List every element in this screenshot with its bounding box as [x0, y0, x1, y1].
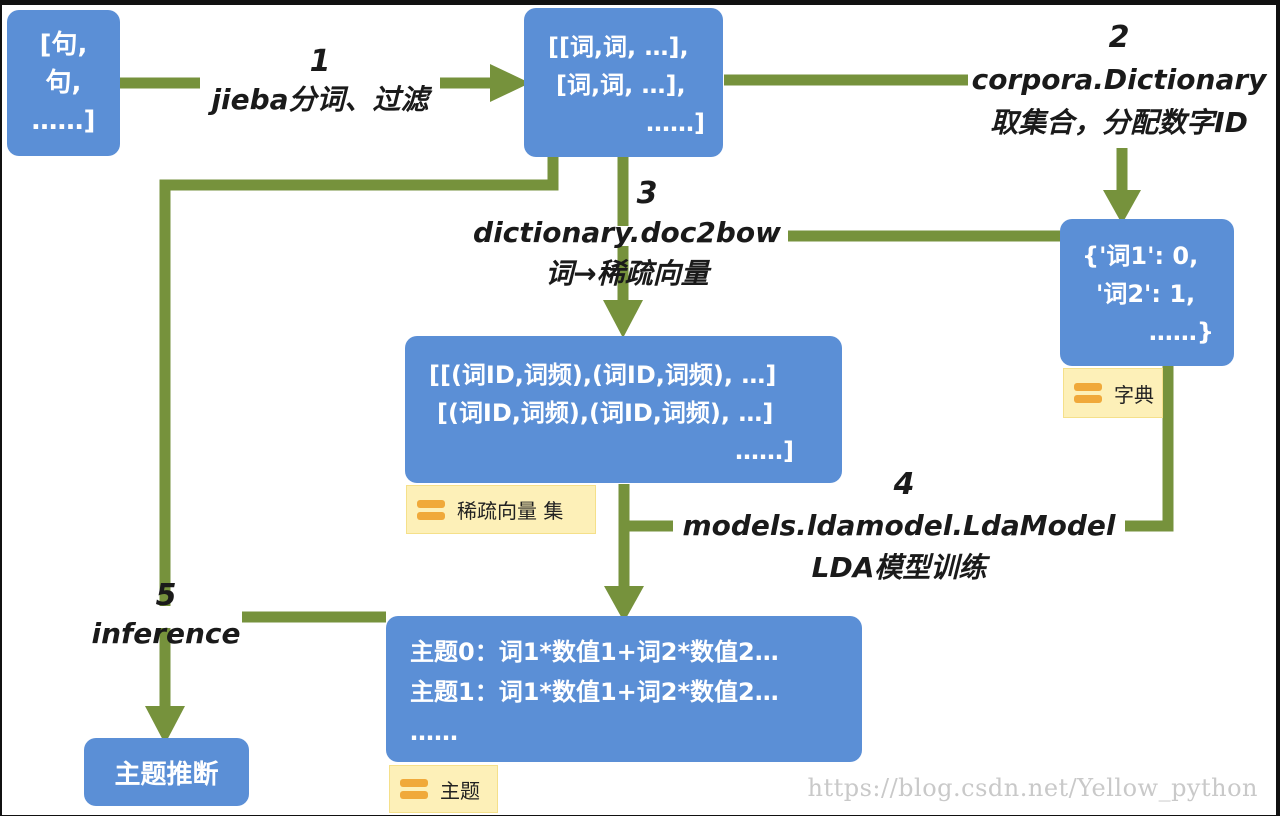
- bow-corpus-tag: 稀疏向量 集: [406, 485, 596, 534]
- step-description: inference: [91, 617, 241, 650]
- topics-tag: 主题: [389, 765, 498, 813]
- storage-icon: [417, 499, 445, 520]
- bow-corpus-line: ……]: [735, 437, 794, 465]
- topics-tag-label: 主题: [440, 778, 480, 803]
- topics-line: 主题0：词1*数值1+词2*数值2…: [410, 638, 779, 666]
- dictionary-line: '词2': 1,: [1096, 280, 1196, 308]
- step-number: 4: [893, 467, 915, 502]
- bow-corpus-node: [[(词ID,词频),(词ID,词频), …] [(词ID,词频),(词ID,词…: [405, 336, 842, 483]
- sentences-line: 句,: [45, 68, 82, 98]
- bow-corpus-tag-label: 稀疏向量 集: [457, 499, 564, 523]
- word-lists-line: [词,词, …],: [556, 71, 686, 99]
- dictionary-tag: 字典: [1063, 368, 1163, 418]
- step-5-label: 5 inference: [88, 578, 244, 654]
- step-description: 词→稀疏向量: [545, 257, 709, 290]
- step-description: jieba分词、过滤: [211, 83, 429, 116]
- dictionary-node: {'词1': 0, '词2': 1, ……}: [1060, 219, 1234, 366]
- step-description: dictionary.doc2bow: [473, 216, 781, 249]
- sentences-line: [句,: [39, 30, 88, 60]
- inference-result-node: 主题推断: [84, 738, 249, 806]
- topics-node: 主题0：词1*数值1+词2*数值2… 主题1：词1*数值1+词2*数值2… ……: [386, 616, 862, 762]
- dictionary-line: ……}: [1148, 318, 1214, 346]
- word-lists-line: ……]: [646, 109, 705, 137]
- step-4-label: 4 models.ldamodel.LdaModel LDA模型训练: [672, 466, 1126, 588]
- dictionary-tag-label: 字典: [1114, 382, 1154, 407]
- bow-corpus-line: [(词ID,词频),(词ID,词频), …]: [437, 399, 774, 427]
- word-lists-node: [[词,词, …], [词,词, …], ……]: [524, 8, 723, 157]
- sentences-node: [句, 句, ……]: [7, 10, 120, 156]
- sentences-line: ……]: [31, 106, 96, 136]
- watermark: https://blog.csdn.net/Yellow_python: [807, 774, 1258, 802]
- step-1-label: 1 jieba分词、过滤: [200, 44, 440, 120]
- storage-icon: [1074, 383, 1102, 403]
- bow-corpus-line: [[(词ID,词频),(词ID,词频), …]: [429, 361, 777, 389]
- step-description: LDA模型训练: [811, 551, 987, 584]
- topics-line: 主题1：词1*数值1+词2*数值2…: [410, 678, 779, 706]
- step-3-label: 3 dictionary.doc2bow 词→稀疏向量: [462, 176, 792, 294]
- step-number: 3: [636, 176, 658, 211]
- step-description: corpora.Dictionary: [971, 63, 1267, 96]
- arrowhead-bow: [603, 300, 643, 338]
- step-2-label: 2 corpora.Dictionary 取集合，分配数字ID: [966, 18, 1272, 144]
- dictionary-line: {'词1': 0,: [1082, 242, 1199, 270]
- step-description: 取集合，分配数字ID: [990, 106, 1248, 139]
- step-number: 2: [1108, 20, 1130, 55]
- word-lists-line: [[词,词, …],: [548, 33, 689, 61]
- topics-line: ……: [410, 718, 458, 746]
- step-number: 1: [309, 44, 331, 79]
- step-number: 5: [155, 578, 177, 613]
- inference-result-label: 主题推断: [114, 759, 219, 790]
- storage-icon: [400, 779, 428, 799]
- flow-diagram: [句, 句, ……] [[词,词, …], [词,词, …], ……] {'词1…: [0, 0, 1280, 816]
- step-description: models.ldamodel.LdaModel: [682, 509, 1116, 542]
